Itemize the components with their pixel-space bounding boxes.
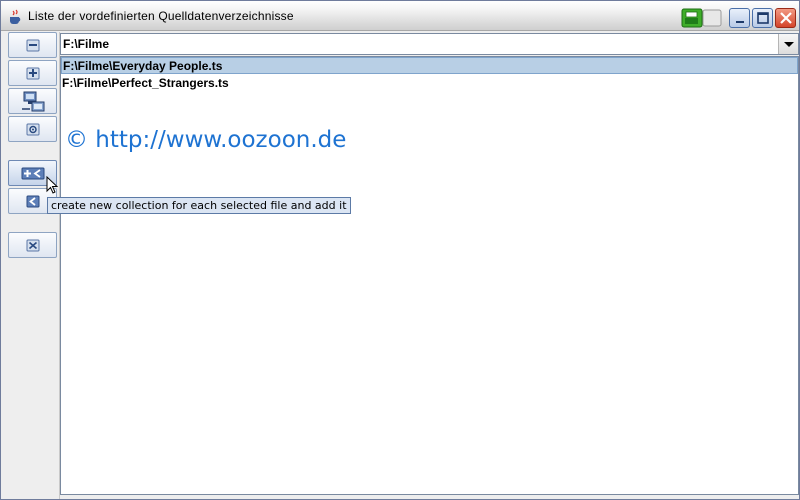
- minimize-button[interactable]: [729, 8, 750, 28]
- network-computer-icon: [22, 91, 45, 112]
- green-printer-icon[interactable]: [681, 8, 723, 28]
- title-bar[interactable]: Liste der vordefinierten Quelldatenverze…: [1, 1, 799, 31]
- list-item[interactable]: F:\Filme\Everyday People.ts: [61, 57, 798, 74]
- plus-icon: [26, 67, 40, 80]
- sidebar-toolbar: [2, 32, 60, 499]
- java-cup-icon: [10, 9, 21, 24]
- network-dir-button[interactable]: [8, 88, 57, 114]
- close-list-button[interactable]: [8, 232, 57, 258]
- window-title: Liste der vordefinierten Quelldatenverze…: [28, 9, 294, 23]
- maximize-button[interactable]: [752, 8, 773, 28]
- close-icon: [780, 12, 792, 24]
- directory-combobox-value: F:\Filme: [63, 37, 110, 51]
- directory-combobox[interactable]: F:\Filme: [60, 33, 799, 55]
- refresh-icon: [26, 123, 40, 136]
- close-button[interactable]: [775, 8, 796, 28]
- minimize-icon: [736, 21, 744, 23]
- tooltip: create new collection for each selected …: [47, 197, 351, 214]
- add-dir-button[interactable]: [8, 60, 57, 86]
- watermark-text: © http://www.oozoon.de: [65, 127, 347, 153]
- mouse-pointer-icon: [46, 176, 59, 194]
- remove-dir-button[interactable]: [8, 32, 57, 58]
- chevron-down-icon: [784, 42, 794, 47]
- minus-icon: [26, 39, 40, 52]
- refresh-button[interactable]: [8, 116, 57, 142]
- combobox-dropdown-button[interactable]: [778, 34, 798, 54]
- file-list[interactable]: F:\Filme\Everyday People.ts F:\Filme\Per…: [60, 56, 799, 495]
- main-window: Liste der vordefinierten Quelldatenverze…: [0, 0, 800, 500]
- x-icon: [26, 239, 40, 252]
- maximize-icon: [757, 12, 769, 24]
- list-item[interactable]: F:\Filme\Perfect_Strangers.ts: [61, 75, 798, 92]
